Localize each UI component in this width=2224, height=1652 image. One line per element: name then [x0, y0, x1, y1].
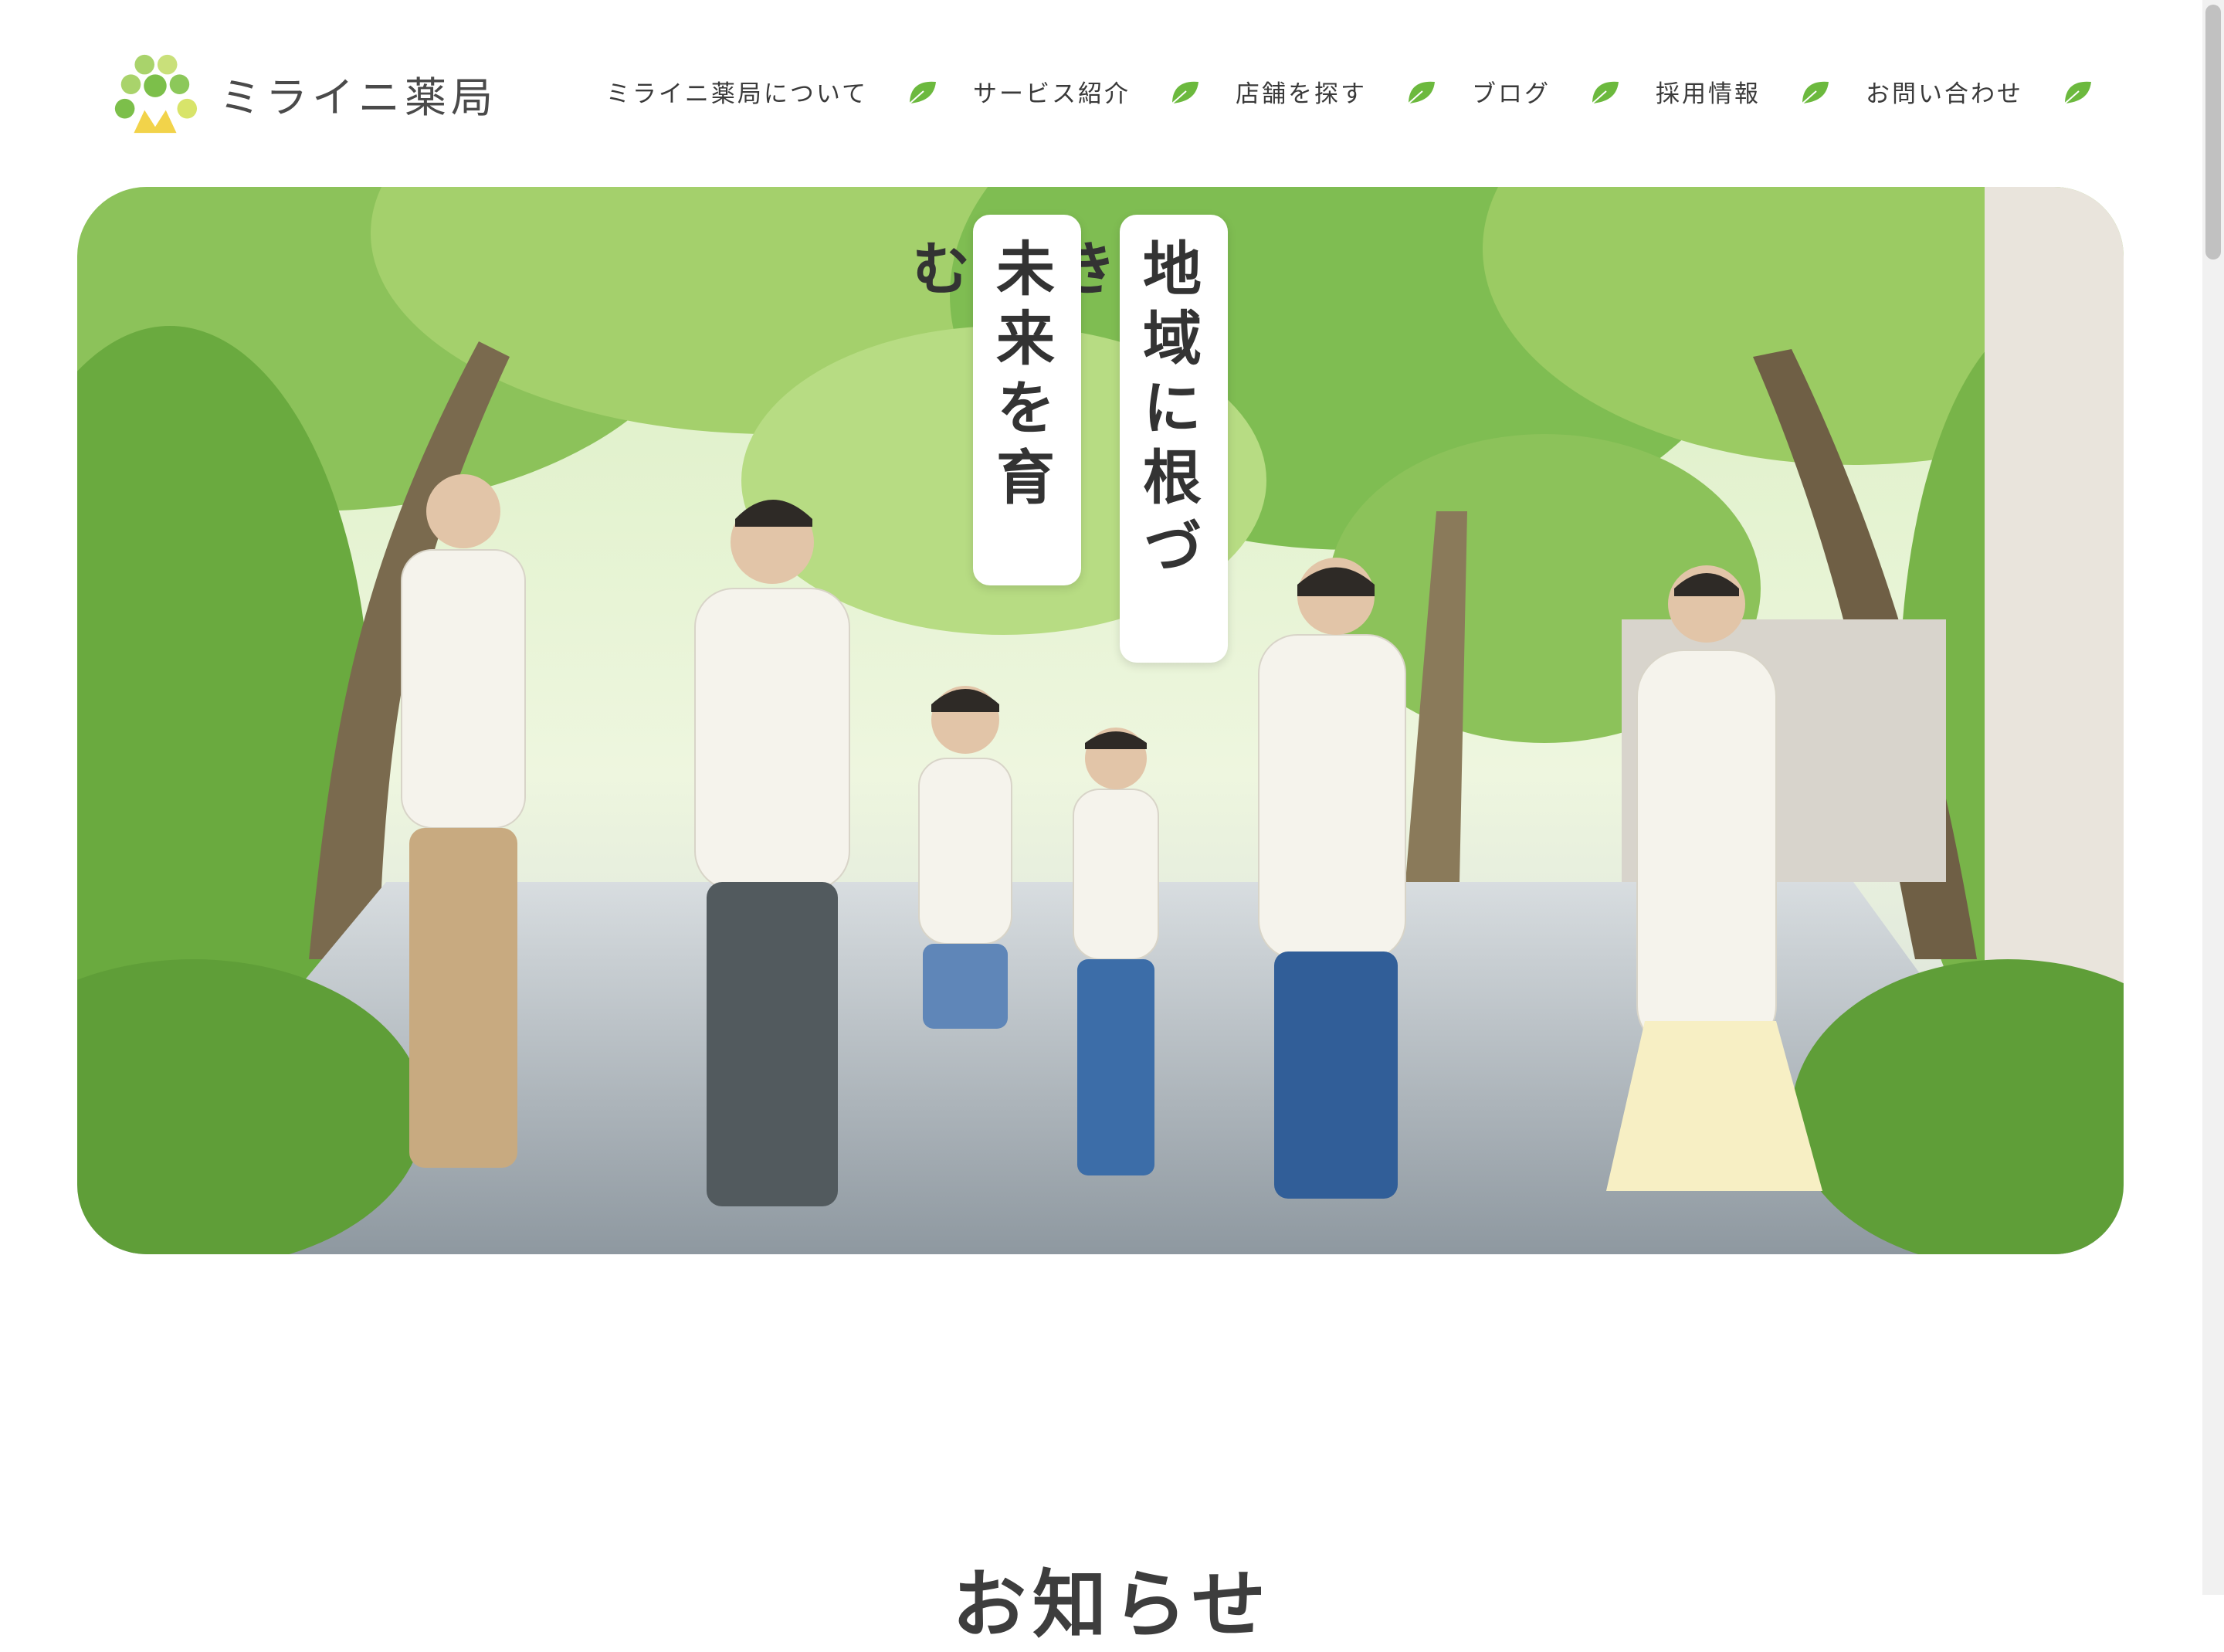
- leaf-icon: [909, 81, 936, 104]
- nav-recruit[interactable]: 採用情報: [1656, 74, 1866, 109]
- logo-text: ミライニ薬局: [219, 73, 497, 122]
- nav-contact[interactable]: お問い合わせ: [1866, 74, 2093, 109]
- logo-link[interactable]: ミライニ薬局: [108, 48, 497, 139]
- hero-banner: 地域に根づき 未来を育む: [77, 187, 2124, 1254]
- nav-label: ブログ: [1472, 80, 1551, 108]
- leaf-icon: [1408, 81, 1435, 104]
- leaf-icon: [2064, 81, 2091, 104]
- hero-tagline-secondary: 未来を育む: [901, 215, 1081, 585]
- nav-about[interactable]: ミライニ薬局について: [606, 74, 973, 109]
- nav-label: ミライニ薬局について: [605, 80, 868, 108]
- site-header: ミライニ薬局 ミライニ薬局について サービス紹介 店舗を探す ブログ 採用情報 …: [0, 0, 2224, 185]
- main-nav: ミライニ薬局について サービス紹介 店舗を探す ブログ 採用情報 お問い合わせ: [606, 74, 2093, 109]
- nav-stores[interactable]: 店舗を探す: [1236, 74, 1472, 109]
- nav-label: サービス紹介: [973, 80, 1131, 108]
- logo-icon: [114, 54, 198, 134]
- leaf-icon: [1802, 81, 1829, 104]
- nav-label: 採用情報: [1656, 80, 1761, 108]
- leaf-icon: [1171, 81, 1198, 104]
- page-scrollbar[interactable]: [2202, 0, 2224, 1595]
- scrollbar-thumb[interactable]: [2205, 5, 2221, 260]
- nav-services[interactable]: サービス紹介: [973, 74, 1236, 109]
- hero-photo: [77, 187, 2124, 1254]
- news-section-title: お知らせ: [951, 1561, 1273, 1648]
- leaf-icon: [1592, 81, 1619, 104]
- nav-label: 店舗を探す: [1236, 80, 1367, 108]
- nav-label: お問い合わせ: [1866, 80, 2023, 108]
- nav-blog[interactable]: ブログ: [1472, 74, 1656, 109]
- hero-tagline-primary: 地域に根づき: [1048, 215, 1228, 663]
